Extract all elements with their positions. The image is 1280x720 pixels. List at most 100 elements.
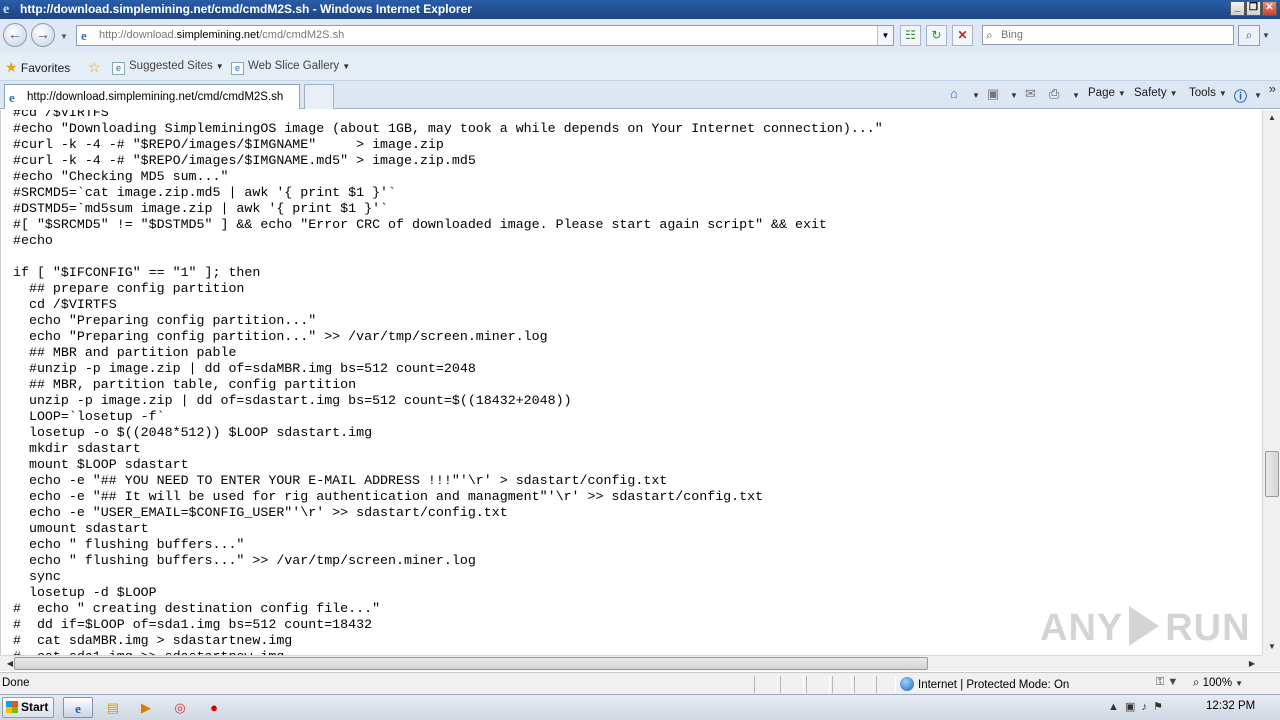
favorites-bar: ★ Favorites ☆ e Suggested Sites ▼ e Web Sli… [0, 52, 1280, 81]
home-icon[interactable]: ⌂ [950, 86, 958, 101]
system-tray[interactable]: ▲ ▣ ♪ ⚑ [1108, 700, 1163, 713]
horizontal-scrollbar[interactable]: ◀ ▶ [0, 655, 1262, 671]
chevron-down-icon: ▼ [1218, 89, 1227, 98]
chrome-icon: ◎ [174, 700, 186, 715]
search-box[interactable]: ⌕ [982, 25, 1234, 45]
status-bar: Done Internet | Protected Mode: On ⚿ ▼ ⌕… [0, 672, 1280, 694]
zone-text: Internet | Protected Mode: On [918, 679, 1070, 691]
chevron-down-icon: ▼ [1235, 679, 1243, 688]
tools-menu-label: Tools [1189, 87, 1216, 99]
status-divider [754, 676, 778, 693]
tab-row: e http://download.simplemining.net/cmd/c… [0, 81, 1280, 109]
page-menu[interactable]: Page ▼ [1088, 87, 1126, 99]
rss-feed-icon[interactable]: ▣ [987, 86, 999, 102]
watermark-left-text: ANY [1040, 607, 1124, 649]
clock[interactable]: 12:32 PM [1206, 700, 1255, 712]
favorites-star-icon: ★ [5, 59, 18, 75]
taskbar-chrome-button[interactable]: ◎ [165, 697, 195, 718]
safety-menu[interactable]: Safety ▼ [1134, 87, 1178, 99]
back-button[interactable]: ← [3, 23, 27, 47]
scroll-up-icon[interactable]: ▲ [1264, 110, 1280, 126]
status-text: Done [2, 677, 30, 689]
tray-arrow-icon[interactable]: ▲ [1108, 701, 1119, 713]
status-divider [832, 676, 852, 693]
scrollbar-corner [1262, 655, 1280, 671]
address-url[interactable]: http://download.simplemining.net/cmd/cmd… [99, 29, 344, 41]
horizontal-scroll-thumb[interactable] [14, 657, 928, 670]
recent-pages-dropdown[interactable]: ▼ [60, 32, 68, 41]
title-bar: e http://download.simplemining.net/cmd/c… [0, 0, 1280, 19]
back-arrow-icon: ← [8, 26, 22, 42]
chevron-more-icon[interactable]: » [1269, 81, 1276, 96]
help-dropdown[interactable]: ▼ [1254, 91, 1262, 100]
chevron-down-icon: ▼ [342, 62, 351, 71]
window-title: http://download.simplemining.net/cmd/cmd… [20, 2, 472, 16]
navigation-bar: ← → ▼ e http://download.simplemining.net… [0, 19, 1280, 52]
web-slice-icon: e [231, 62, 244, 75]
forward-arrow-icon: → [36, 26, 50, 42]
scroll-right-icon[interactable]: ▶ [1244, 656, 1260, 672]
taskbar-media-player-button[interactable]: ▶ [131, 697, 161, 718]
stop-sign-icon: ● [210, 700, 218, 715]
feeds-dropdown[interactable]: ▼ [1010, 91, 1018, 100]
vertical-scrollbar[interactable]: ▲ ▼ [1262, 110, 1280, 655]
refresh-button[interactable]: ↻ [926, 25, 947, 46]
address-dropdown-button[interactable]: ▼ [877, 26, 893, 45]
internet-globe-icon [900, 677, 914, 691]
suggested-sites-icon: e [112, 62, 125, 75]
zoom-value: 100% [1202, 677, 1233, 689]
volume-icon[interactable]: ♪ [1142, 701, 1148, 713]
status-divider [806, 676, 830, 693]
url-prefix: http://download. [99, 29, 177, 41]
web-slice-gallery-label: Web Slice Gallery [248, 60, 340, 72]
status-divider [854, 676, 874, 693]
compatibility-view-button[interactable]: ☷ [900, 25, 921, 46]
start-label: Start [21, 700, 49, 714]
restore-button[interactable]: ❐ [1246, 1, 1261, 16]
tab-page-icon: e [9, 90, 15, 105]
scroll-down-icon[interactable]: ▼ [1264, 639, 1280, 655]
forward-button[interactable]: → [31, 23, 55, 47]
suggested-sites-label: Suggested Sites [129, 60, 213, 72]
page-menu-label: Page [1088, 87, 1115, 99]
add-to-favorites-bar-button[interactable]: ☆ [88, 59, 101, 76]
suggested-sites-link[interactable]: e Suggested Sites ▼ [112, 60, 224, 75]
favorites-label: Favorites [20, 61, 71, 75]
print-icon[interactable]: ⎙ [1049, 86, 1059, 102]
media-player-icon: ▶ [141, 700, 151, 715]
print-dropdown[interactable]: ▼ [1072, 91, 1080, 100]
tab-label: http://download.simplemining.net/cmd/cmd… [27, 91, 284, 103]
search-input[interactable] [1001, 27, 1229, 43]
zoom-level[interactable]: ⌕ 100% ▼ [1193, 677, 1243, 690]
new-tab-button[interactable] [304, 84, 334, 109]
security-zone[interactable]: Internet | Protected Mode: On [900, 677, 1069, 691]
page-icon: e [81, 28, 87, 43]
anyrun-watermark: ANY RUN [1040, 606, 1251, 650]
address-bar[interactable]: e http://download.simplemining.net/cmd/c… [76, 25, 894, 46]
protected-mode-icon[interactable]: ⚿ ▼ [1156, 676, 1178, 689]
taskbar-ie-button[interactable]: e [63, 697, 93, 718]
chevron-down-icon: ▼ [215, 62, 224, 71]
help-icon[interactable]: ⓘ [1234, 86, 1247, 105]
stop-button[interactable]: ✕ [952, 25, 973, 46]
watermark-right-text: RUN [1165, 607, 1251, 649]
favorites-button[interactable]: ★ Favorites [5, 59, 70, 76]
mail-icon[interactable]: ✉ [1025, 86, 1036, 102]
vertical-scroll-thumb[interactable] [1265, 451, 1279, 497]
taskbar: Start e ▤ ▶ ◎ ● ▲ ▣ ♪ ⚑ 12:32 PM [0, 694, 1280, 720]
tools-menu[interactable]: Tools ▼ [1189, 87, 1227, 99]
tab-active[interactable]: e http://download.simplemining.net/cmd/c… [4, 84, 300, 109]
web-slice-gallery-link[interactable]: e Web Slice Gallery ▼ [231, 60, 350, 75]
search-options-dropdown[interactable]: ▼ [1262, 31, 1270, 40]
search-button[interactable]: ⌕ [1238, 25, 1260, 46]
taskbar-opera-button[interactable]: ● [199, 697, 229, 718]
start-button[interactable]: Start [2, 697, 54, 718]
safety-menu-label: Safety [1134, 87, 1167, 99]
taskbar-explorer-button[interactable]: ▤ [98, 697, 128, 718]
action-center-flag-icon[interactable]: ⚑ [1153, 701, 1163, 713]
close-window-button[interactable]: ✕ [1262, 1, 1277, 16]
network-icon[interactable]: ▣ [1125, 701, 1135, 713]
home-dropdown[interactable]: ▼ [972, 91, 980, 100]
url-path: /cmd/cmdM2S.sh [259, 29, 345, 41]
minimize-button[interactable]: _ [1230, 1, 1245, 16]
